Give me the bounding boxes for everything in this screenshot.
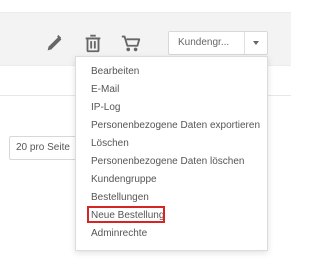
- menu-item-export-personal-data[interactable]: Personenbezogene Daten exportieren: [76, 117, 267, 135]
- cart-icon[interactable]: [120, 32, 142, 54]
- menu-item-label: Bearbeiten: [91, 66, 140, 77]
- menu-item-bearbeiten[interactable]: Bearbeiten: [76, 63, 267, 81]
- pencil-icon[interactable]: [44, 32, 66, 54]
- menu-item-label: Neue Bestellung: [91, 210, 165, 221]
- actions-menu-list: Bearbeiten E-Mail IP-Log Personenbezogen…: [76, 57, 267, 243]
- chevron-down-icon[interactable]: [244, 32, 267, 54]
- menu-item-label: Personenbezogene Daten löschen: [91, 156, 245, 167]
- menu-item-loeschen[interactable]: Löschen: [76, 135, 267, 153]
- menu-item-neue-bestellung[interactable]: Neue Bestellung: [76, 206, 267, 225]
- menu-item-label: Kundengruppe: [91, 174, 157, 185]
- menu-item-label: IP-Log: [91, 102, 121, 113]
- customer-group-select[interactable]: Kundengr...: [168, 31, 268, 55]
- per-page-label: 20 pro Seite: [16, 142, 70, 153]
- menu-item-label: Adminrechte: [91, 228, 148, 239]
- menu-item-label: Löschen: [91, 138, 129, 149]
- actions-dropdown: Bearbeiten E-Mail IP-Log Personenbezogen…: [75, 56, 268, 251]
- trash-icon[interactable]: [82, 32, 104, 54]
- menu-item-delete-personal-data[interactable]: Personenbezogene Daten löschen: [76, 153, 267, 171]
- menu-item-label: Bestellungen: [91, 192, 149, 203]
- menu-item-label: Personenbezogene Daten exportieren: [91, 120, 261, 131]
- menu-item-adminrechte[interactable]: Adminrechte: [76, 225, 267, 243]
- menu-item-bestellungen[interactable]: Bestellungen: [76, 189, 267, 207]
- menu-item-ip-log[interactable]: IP-Log: [76, 99, 267, 117]
- customer-group-select-value: Kundengr...: [178, 37, 230, 48]
- menu-item-email[interactable]: E-Mail: [76, 81, 267, 99]
- menu-item-label: E-Mail: [91, 84, 120, 95]
- menu-item-kundengruppe[interactable]: Kundengruppe: [76, 171, 267, 189]
